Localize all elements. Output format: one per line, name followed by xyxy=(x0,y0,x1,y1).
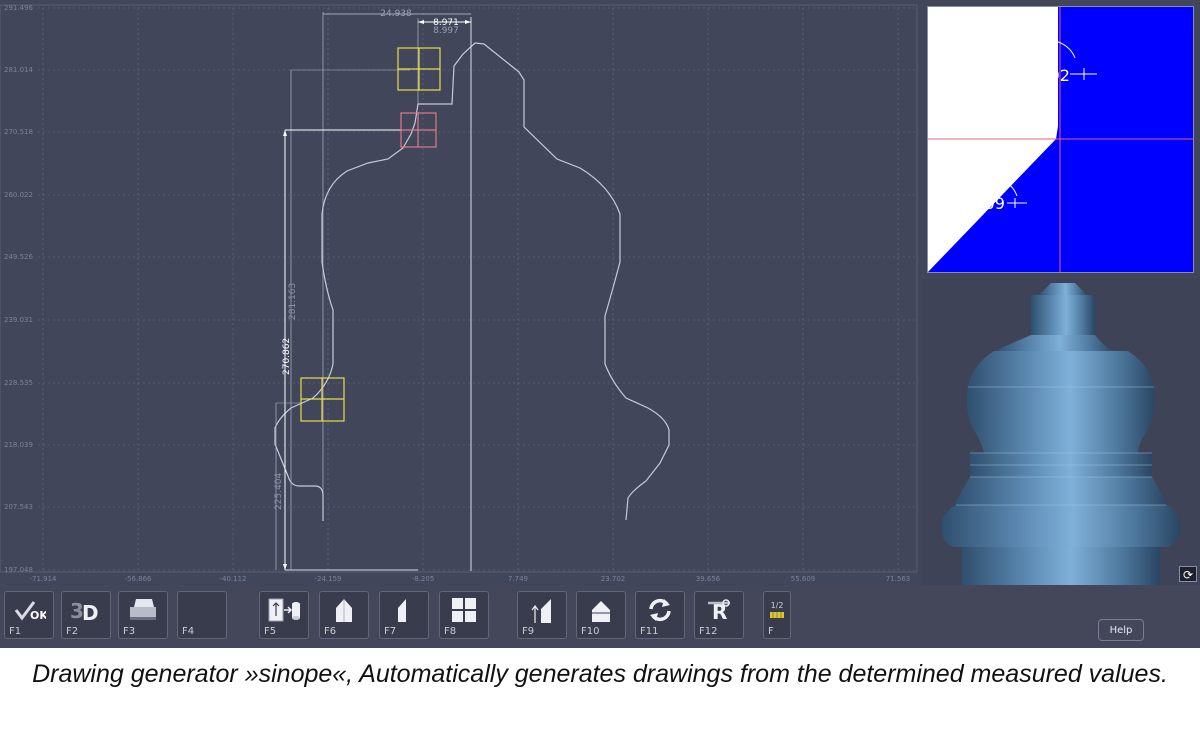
angle-top-value: 269.92 xyxy=(1014,66,1070,85)
f8-quad-view-button[interactable]: F8 xyxy=(439,591,489,639)
f-page-key-label: F xyxy=(768,626,774,637)
export-database-icon xyxy=(260,594,308,626)
x-axis-label: 55.609 xyxy=(791,575,816,583)
x-axis-label: -24.159 xyxy=(314,575,341,583)
f-page-toggle-button[interactable]: 1/2 F xyxy=(763,591,791,639)
y-axis-label: 228.535 xyxy=(4,379,33,387)
f1-key-label: F1 xyxy=(9,626,22,637)
f11-refresh-button[interactable]: F11 xyxy=(635,591,685,639)
tools-settings-icon: R xyxy=(695,594,743,626)
printer-icon xyxy=(119,594,167,626)
x-axis-label: -56.866 xyxy=(124,575,152,583)
f5-export-button[interactable]: F5 xyxy=(259,591,309,639)
3d-render-view[interactable] xyxy=(922,279,1200,585)
drawing-background xyxy=(0,0,920,585)
f4-empty-button[interactable]: F4 xyxy=(177,591,227,639)
f4-key-label: F4 xyxy=(182,626,195,637)
refresh-cycle-icon xyxy=(636,594,684,626)
x-axis-label: 23.702 xyxy=(601,575,626,583)
figure-caption: Drawing generator »sinope«, Automaticall… xyxy=(32,660,1168,688)
f11-key-label: F11 xyxy=(640,626,659,637)
profile-full-icon xyxy=(320,594,368,626)
function-toolbar: OK F1 3 D F2 F3 F4 F5 F6 F7 F8 F9 F10 F1… xyxy=(0,585,1200,648)
profile-half-icon xyxy=(380,594,428,626)
x-axis-label: 39.656 xyxy=(696,575,721,583)
f12-key-label: F12 xyxy=(699,626,718,637)
svg-text:D: D xyxy=(82,601,99,624)
application-window: 291.496 281.014 270.518 260.022 249.526 … xyxy=(0,0,1200,648)
total-height-value: 270.862 xyxy=(282,338,292,375)
top-width-value: 24.938 xyxy=(380,9,412,19)
page-toggle-icon: 1/2 xyxy=(764,594,790,626)
quad-view-icon xyxy=(440,594,488,626)
f6-profile-full-button[interactable]: F6 xyxy=(319,591,369,639)
f7-key-label: F7 xyxy=(384,626,397,637)
3d-view-icon: 3 D xyxy=(62,594,110,626)
y-axis-label: 291.496 xyxy=(4,4,33,12)
y-axis-label: 281.014 xyxy=(4,66,33,74)
shoulder-height-value: 281.163 xyxy=(288,283,298,320)
ok-check-icon: OK xyxy=(5,594,53,626)
y-axis-label: 270.518 xyxy=(4,128,33,136)
empty-slot-icon xyxy=(178,594,226,626)
x-axis-label: 7.749 xyxy=(508,575,528,583)
keyboard-icon xyxy=(770,611,784,618)
y-axis-label: 239.031 xyxy=(4,316,33,324)
angle-detail-view[interactable]: 269.92 225.09 xyxy=(927,6,1194,273)
f3-print-button[interactable]: F3 xyxy=(118,591,168,639)
lower-height-value: 225.404 xyxy=(274,473,284,510)
svg-text:OK: OK xyxy=(30,609,46,622)
measure-height-icon xyxy=(518,594,566,626)
x-axis-label: -8.205 xyxy=(412,575,435,583)
y-axis-label: 207.543 xyxy=(4,503,33,511)
f7-profile-half-button[interactable]: F7 xyxy=(379,591,429,639)
f6-key-label: F6 xyxy=(324,626,337,637)
f8-key-label: F8 xyxy=(444,626,457,637)
f9-measure-height-button[interactable]: F9 xyxy=(517,591,567,639)
f2-key-label: F2 xyxy=(66,626,79,637)
x-axis-label: -71.914 xyxy=(29,575,57,583)
profile-section-icon xyxy=(577,594,625,626)
angle-bottom-value: 225.09 xyxy=(949,194,1005,213)
x-axis-label: 71.563 xyxy=(886,575,911,583)
y-axis-label: 197.048 xyxy=(4,566,33,574)
drawing-canvas[interactable]: 291.496 281.014 270.518 260.022 249.526 … xyxy=(0,0,920,585)
f2-3d-button[interactable]: 3 D F2 xyxy=(61,591,111,639)
sync-arrows-icon[interactable]: ⟳ xyxy=(1179,566,1197,582)
f10-key-label: F10 xyxy=(581,626,600,637)
f10-profile-section-button[interactable]: F10 xyxy=(576,591,626,639)
y-axis-label: 249.526 xyxy=(4,253,33,261)
y-axis-label: 260.022 xyxy=(4,191,33,199)
f12-tools-button[interactable]: R F12 xyxy=(694,591,744,639)
f5-key-label: F5 xyxy=(264,626,277,637)
x-axis-label: -40.112 xyxy=(219,575,246,583)
f1-ok-button[interactable]: OK F1 xyxy=(4,591,54,639)
y-axis-label: 218.039 xyxy=(4,441,33,449)
f9-key-label: F9 xyxy=(522,626,535,637)
neck-width-inner-value: 8.997 xyxy=(433,26,459,36)
help-button[interactable]: Help xyxy=(1098,619,1144,641)
page-indicator: 1/2 xyxy=(770,600,784,610)
rendered-part xyxy=(942,283,1180,585)
f3-key-label: F3 xyxy=(123,626,136,637)
